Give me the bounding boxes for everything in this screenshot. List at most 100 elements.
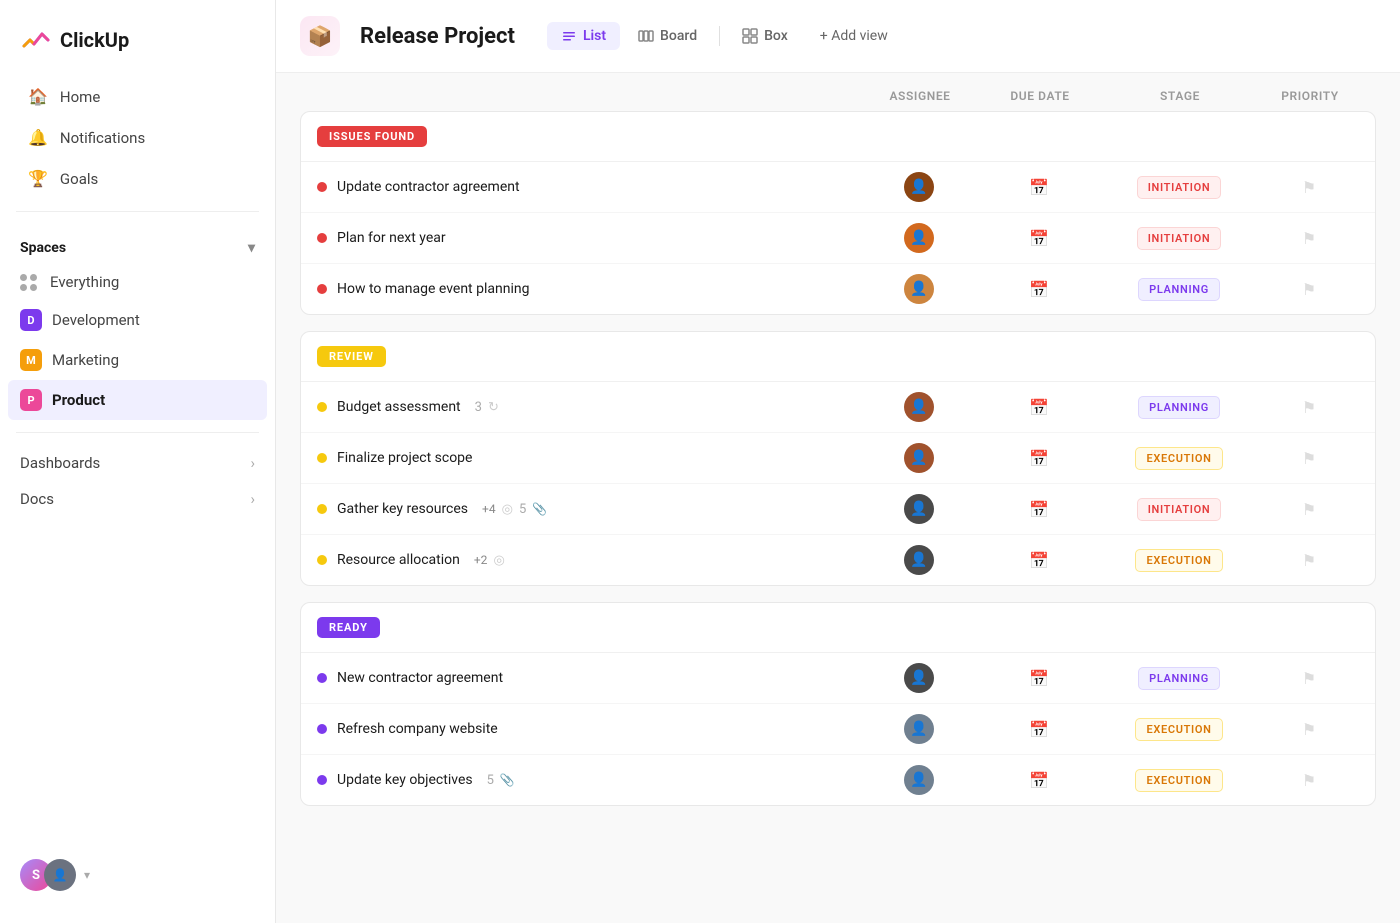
spaces-list: Everything D Development M Marketing P P…: [0, 264, 275, 420]
task-meta: +4 ◎ 5 📎: [482, 502, 547, 517]
task-name-cell: Finalize project scope: [317, 450, 859, 466]
task-row[interactable]: Plan for next year 👤 📅 INITIATION ⚑: [301, 213, 1375, 264]
task-row[interactable]: Budget assessment 3 ↻ 👤 📅 PLANNING ⚑: [301, 382, 1375, 433]
space-label-development: Development: [52, 311, 140, 329]
stage-cell: PLANNING: [1099, 667, 1259, 690]
assignee-avatar: 👤: [904, 274, 934, 304]
task-dot: [317, 233, 327, 243]
group-header-ready[interactable]: READY: [301, 603, 1375, 653]
group-badge-ready: READY: [317, 617, 380, 638]
calendar-icon: 📅: [1029, 229, 1049, 248]
user-avatars: S 👤: [20, 859, 76, 891]
stage-cell: EXECUTION: [1099, 447, 1259, 470]
trophy-icon: 🏆: [28, 169, 48, 188]
stage-badge: PLANNING: [1138, 278, 1220, 301]
task-row[interactable]: How to manage event planning 👤 📅 PLANNIN…: [301, 264, 1375, 314]
task-name: New contractor agreement: [337, 670, 503, 686]
col-stage: STAGE: [1100, 89, 1260, 103]
sidebar-item-docs[interactable]: Docs ›: [8, 481, 267, 517]
calendar-icon: 📅: [1029, 449, 1049, 468]
chevron-right-icon: ›: [250, 454, 255, 472]
add-view-button[interactable]: + Add view: [806, 22, 902, 50]
flag-icon: ⚑: [1302, 720, 1316, 739]
sidebar-item-notifications[interactable]: 🔔 Notifications: [8, 118, 267, 157]
priority-cell: ⚑: [1259, 398, 1359, 417]
main-content: 📦 Release Project List Board: [276, 0, 1400, 923]
space-label-everything: Everything: [50, 273, 119, 291]
task-row[interactable]: Refresh company website 👤 📅 EXECUTION ⚑: [301, 704, 1375, 755]
sidebar-item-product[interactable]: P Product: [8, 380, 267, 420]
group-header-review[interactable]: REVIEW: [301, 332, 1375, 382]
date-cell: 📅: [979, 280, 1099, 299]
sidebar: ClickUp 🏠 Home 🔔 Notifications 🏆 Goals S…: [0, 0, 276, 923]
stage-cell: INITIATION: [1099, 498, 1259, 521]
date-cell: 📅: [979, 771, 1099, 790]
sidebar-item-goals[interactable]: 🏆 Goals: [8, 159, 267, 198]
task-dot: [317, 182, 327, 192]
assignee-avatar: 👤: [904, 443, 934, 473]
task-dot: [317, 555, 327, 565]
sidebar-item-marketing[interactable]: M Marketing: [8, 340, 267, 380]
logo-area[interactable]: ClickUp: [0, 16, 275, 76]
task-name-cell: Resource allocation +2 ◎: [317, 552, 859, 568]
group-header-issues[interactable]: ISSUES FOUND: [301, 112, 1375, 162]
calendar-icon: 📅: [1029, 500, 1049, 519]
task-name: Gather key resources: [337, 501, 468, 517]
priority-cell: ⚑: [1259, 771, 1359, 790]
stage-cell: INITIATION: [1099, 227, 1259, 250]
date-cell: 📅: [979, 500, 1099, 519]
docs-label: Docs: [20, 490, 54, 508]
stage-badge: EXECUTION: [1135, 718, 1222, 741]
flag-icon: ⚑: [1302, 551, 1316, 570]
chevron-down-icon[interactable]: ▾: [248, 240, 255, 256]
assignee-avatar: 👤: [904, 223, 934, 253]
group-review: REVIEW Budget assessment 3 ↻ 👤 📅: [300, 331, 1376, 586]
sidebar-label-goals: Goals: [60, 170, 98, 188]
project-title: Release Project: [360, 24, 515, 49]
task-row[interactable]: Gather key resources +4 ◎ 5 📎 👤 📅 INITIA…: [301, 484, 1375, 535]
calendar-icon: 📅: [1029, 771, 1049, 790]
col-assignee: ASSIGNEE: [860, 89, 980, 103]
assignee-cell: 👤: [859, 663, 979, 693]
home-icon: 🏠: [28, 87, 48, 106]
stage-badge: EXECUTION: [1135, 769, 1222, 792]
col-priority: PRIORITY: [1260, 89, 1360, 103]
sidebar-label-notifications: Notifications: [60, 129, 145, 147]
task-row[interactable]: Finalize project scope 👤 📅 EXECUTION ⚑: [301, 433, 1375, 484]
sidebar-bottom-section: Dashboards › Docs ›: [0, 445, 275, 517]
project-icon: 📦: [300, 16, 340, 56]
priority-cell: ⚑: [1259, 669, 1359, 688]
tab-board[interactable]: Board: [624, 22, 711, 50]
task-row[interactable]: Resource allocation +2 ◎ 👤 📅 EXECUTION ⚑: [301, 535, 1375, 585]
sidebar-footer: S 👤 ▾: [0, 843, 275, 907]
task-row[interactable]: Update key objectives 5 📎 👤 📅 EXECUTION: [301, 755, 1375, 805]
column-headers: ASSIGNEE DUE DATE STAGE PRIORITY: [300, 89, 1376, 111]
task-name: Budget assessment: [337, 399, 461, 415]
task-name-cell: Gather key resources +4 ◎ 5 📎: [317, 501, 859, 517]
task-name-cell: Plan for next year: [317, 230, 859, 246]
task-dot: [317, 775, 327, 785]
task-row[interactable]: Update contractor agreement 👤 📅 INITIATI…: [301, 162, 1375, 213]
flag-icon: ⚑: [1302, 449, 1316, 468]
stage-cell: INITIATION: [1099, 176, 1259, 199]
sidebar-divider-2: [16, 432, 259, 433]
user-avatar-2[interactable]: 👤: [44, 859, 76, 891]
spaces-label: Spaces: [20, 240, 66, 256]
sidebar-item-development[interactable]: D Development: [8, 300, 267, 340]
tab-box[interactable]: Box: [728, 22, 802, 50]
flag-icon: ⚑: [1302, 771, 1316, 790]
task-row[interactable]: New contractor agreement 👤 📅 PLANNING ⚑: [301, 653, 1375, 704]
calendar-icon: 📅: [1029, 398, 1049, 417]
assignee-avatar: 👤: [904, 392, 934, 422]
sidebar-item-dashboards[interactable]: Dashboards ›: [8, 445, 267, 481]
caret-icon[interactable]: ▾: [84, 868, 90, 882]
stage-cell: EXECUTION: [1099, 549, 1259, 572]
tab-list[interactable]: List: [547, 22, 620, 50]
sidebar-item-home[interactable]: 🏠 Home: [8, 77, 267, 116]
group-issues-found: ISSUES FOUND Update contractor agreement…: [300, 111, 1376, 315]
date-cell: 📅: [979, 229, 1099, 248]
chevron-right-icon-docs: ›: [250, 490, 255, 508]
flag-icon: ⚑: [1302, 669, 1316, 688]
sidebar-item-everything[interactable]: Everything: [8, 264, 267, 300]
space-label-marketing: Marketing: [52, 351, 119, 369]
